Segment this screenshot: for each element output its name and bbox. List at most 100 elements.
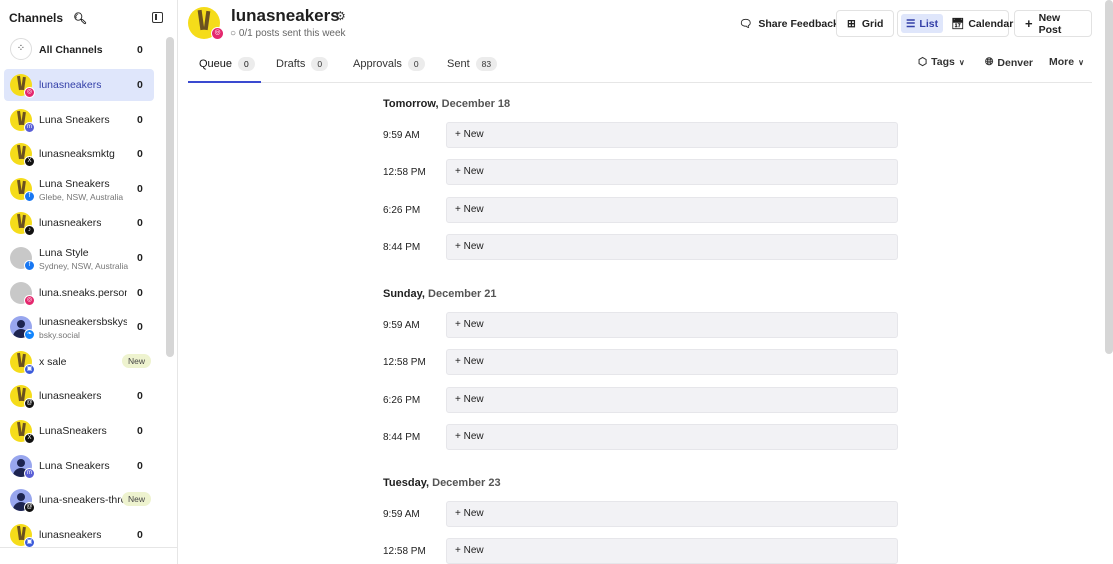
slot-label: New [463, 356, 484, 368]
share-feedback-button[interactable]: 🗨︎ Share Feedback [728, 10, 850, 37]
sidebar-item-channel[interactable]: m Luna Sneakers 0 [4, 104, 154, 136]
channel-name: Luna Style [39, 247, 89, 259]
slot-time: 9:59 AM [383, 320, 420, 331]
mastodon-icon: m [24, 121, 35, 133]
slot-time: 8:44 PM [383, 241, 421, 253]
channel-count: 0 [137, 182, 143, 195]
grid-button[interactable]: ⊞ Grid [836, 10, 895, 37]
sidebar-item-channel[interactable]: f Luna Style Sydney, NSW, Australia 0 [4, 242, 154, 274]
threads-icon: @ [24, 502, 35, 514]
new-post-slot[interactable]: + New [446, 196, 898, 223]
calendar-icon: 📅︎ [951, 18, 965, 30]
new-post-slot[interactable]: + New [446, 312, 898, 338]
collapse-sidebar-icon[interactable] [152, 12, 163, 23]
day-header: Tuesday, December 23 [383, 477, 501, 489]
new-post-slot[interactable]: + New [446, 423, 898, 450]
calendar-view-button[interactable]: 📅︎ Calendar [946, 14, 1018, 33]
channel-name: lunasneakers [39, 528, 102, 541]
channel-count: 0 [137, 321, 143, 334]
main-scrollbar[interactable] [1105, 0, 1113, 354]
plus-icon: + [455, 129, 461, 140]
tab-label: Queue [199, 58, 233, 70]
channel-location: bsky.social [39, 330, 80, 341]
day-header: Tomorrow, December 18 [383, 98, 510, 110]
sidebar-item-channel[interactable]: X LunaSneakers 0 [4, 415, 154, 447]
list-view-button[interactable]: ☰ List [901, 14, 944, 33]
sidebar-item-channel[interactable]: ▣ x sale New [4, 346, 154, 378]
new-badge: New [122, 492, 152, 507]
sidebar-title: Channels [9, 11, 64, 25]
globe-icon: 🌐︎ [985, 56, 994, 68]
gear-icon[interactable]: ⚙ [335, 9, 346, 23]
slot-label: New [463, 129, 484, 140]
sidebar-item-channel[interactable]: f Luna Sneakers Glebe, NSW, Australia 0 [4, 173, 154, 205]
tag-icon: ⬡ [918, 56, 928, 68]
new-post-slot[interactable]: + New [446, 122, 898, 148]
sidebar-item-channel[interactable]: ◎ luna.sneaks.persona 0 [4, 277, 154, 309]
new-post-slot[interactable]: + New [446, 501, 898, 527]
plus-icon: + [455, 319, 461, 330]
timezone-label: Denver [997, 56, 1034, 69]
sidebar-item-channel[interactable]: @ lunasneakers 0 [4, 380, 154, 412]
new-post-button[interactable]: + New Post [1014, 10, 1092, 37]
day-date: December 18 [441, 98, 511, 110]
chevron-down-icon: ∨ [1078, 57, 1084, 67]
mastodon-icon: m [24, 467, 35, 479]
facebook-icon: f [24, 260, 35, 271]
new-post-slot[interactable]: + New [446, 349, 898, 376]
x-icon: X [24, 156, 35, 168]
sidebar-item-all-channels[interactable]: ⁘ All Channels 0 [4, 34, 154, 66]
channel-name: All Channels [39, 44, 103, 56]
new-post-slot[interactable]: + New [446, 386, 898, 413]
instagram-icon: ◎ [24, 294, 35, 306]
channel-name: luna-sneakers-thre [39, 494, 127, 507]
list-icon: ☰ [906, 17, 916, 30]
channel-count: 0 [137, 252, 143, 264]
instagram-icon: ◎ [211, 27, 224, 40]
sidebar-item-channel[interactable]: ◎ lunasneakers 0 [4, 69, 154, 101]
all-channels-icon: ⁘ [10, 38, 32, 60]
slot-time: 6:26 PM [383, 394, 421, 406]
search-icon[interactable]: 🔍︎ [73, 12, 87, 25]
threads-icon: @ [24, 398, 35, 410]
view-toggle: ☰ List 📅︎ Calendar [897, 10, 1013, 37]
plus-icon: + [455, 430, 461, 442]
facebook-icon: f [24, 190, 35, 202]
day-name: Sunday, [383, 288, 425, 300]
channel-count: 0 [137, 79, 143, 91]
sidebar-item-channel[interactable]: m Luna Sneakers 0 [4, 450, 154, 482]
channels-sidebar: Channels 🔍︎ ⁘ All Channels 0 ◎ lunasneak… [0, 0, 178, 564]
timezone-button[interactable]: 🌐︎ Denver [985, 56, 1033, 69]
sidebar-item-channel[interactable]: ♪ lunasneakers 0 [4, 207, 154, 239]
sidebar-scrollbar[interactable] [166, 37, 174, 357]
tab-sent[interactable]: Sent 83 [447, 57, 498, 71]
new-post-slot[interactable]: + New [446, 233, 898, 260]
slot-time: 9:59 AM [383, 509, 420, 520]
new-badge: New [122, 353, 152, 368]
slot-time: 12:58 PM [383, 357, 426, 369]
sidebar-item-channel[interactable]: X lunasneaksmktg 0 [4, 138, 154, 170]
grid-label: Grid [861, 17, 884, 30]
tab-queue[interactable]: Queue 0 [199, 57, 255, 71]
channel-name: Luna Sneakers [39, 459, 110, 472]
tab-drafts[interactable]: Drafts 0 [276, 57, 329, 71]
more-dropdown[interactable]: More ∨ [1049, 56, 1084, 68]
plus-icon: + [455, 508, 461, 519]
sidebar-item-channel[interactable]: @ luna-sneakers-thre New [4, 484, 154, 516]
sidebar-item-channel[interactable]: ▣ lunasneakers 0 [4, 519, 154, 551]
page-title: lunasneakers [231, 6, 340, 25]
calendar-label: Calendar [968, 17, 1014, 30]
tags-dropdown[interactable]: ⬡ Tags ∨ [918, 56, 965, 68]
channel-count: 0 [137, 217, 143, 230]
sidebar-item-channel[interactable]: ❧ lunasneakersbskyso bsky.social 0 [4, 311, 154, 343]
new-post-slot[interactable]: + New [446, 159, 898, 186]
day-header: Sunday, December 21 [383, 288, 497, 300]
channel-count: 0 [137, 459, 143, 472]
day-date: December 21 [428, 288, 497, 300]
channel-name: lunasneakersbskyso [39, 316, 127, 329]
plus-icon: + [455, 203, 461, 215]
slot-label: New [463, 203, 484, 215]
tab-approvals[interactable]: Approvals 0 [353, 57, 425, 71]
new-post-slot[interactable]: + New [446, 538, 898, 564]
x-icon: X [24, 433, 35, 444]
